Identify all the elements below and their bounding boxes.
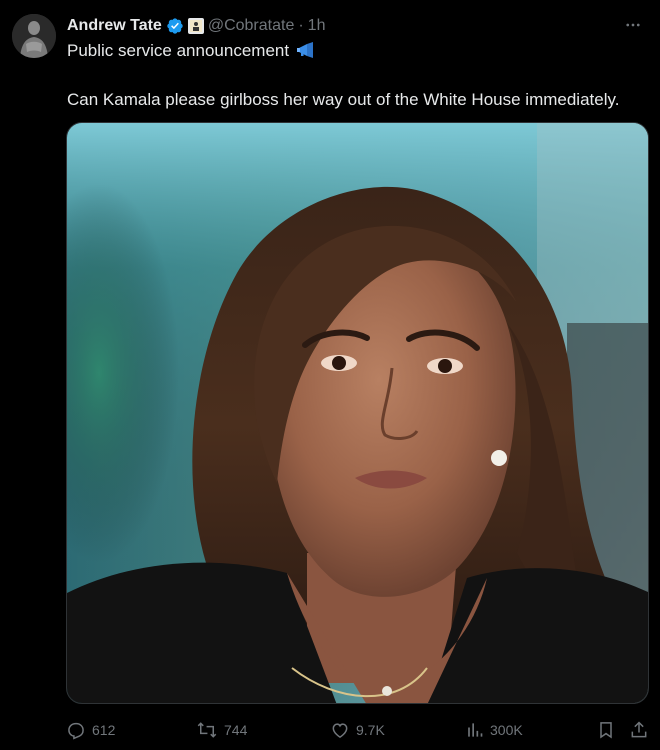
tweet-text-line-1-content: Public service announcement [67,41,290,60]
more-options-icon[interactable] [622,14,644,36]
views-icon [464,720,484,740]
views-button[interactable]: 300K [464,716,523,744]
tweet-text-line-2: Can Kamala please girlboss her way out o… [67,90,620,109]
tweet-actions: 612 744 9.7K 300K [66,716,650,744]
repost-count: 744 [224,722,248,738]
like-button[interactable]: 9.7K [330,716,385,744]
like-count: 9.7K [356,722,385,738]
views-count: 300K [490,722,523,738]
megaphone-icon [296,41,316,65]
author-display-name[interactable]: Andrew Tate [67,16,162,36]
tweet[interactable]: Andrew Tate @Cobratate · 1h Public servi… [0,0,660,750]
bookmark-icon [596,720,616,740]
author-handle[interactable]: @Cobratate [208,16,295,36]
tweet-text: Public service announcement Can Kamala p… [67,40,646,111]
avatar[interactable] [12,14,56,58]
like-icon [330,720,350,740]
affiliate-badge-icon[interactable] [187,18,204,34]
tweet-header: Andrew Tate @Cobratate · 1h [67,14,646,38]
reply-icon [66,720,86,740]
timestamp[interactable]: 1h [308,16,326,36]
tweet-photo[interactable] [66,122,649,704]
reply-button[interactable]: 612 [66,716,115,744]
verified-badge-icon[interactable] [166,17,184,35]
separator-dot: · [298,17,304,34]
tweet-text-line-1: Public service announcement [67,40,646,65]
repost-button[interactable]: 744 [196,716,247,744]
reply-count: 612 [92,722,116,738]
share-icon [629,720,649,740]
repost-icon [196,720,218,740]
share-button[interactable] [629,716,649,744]
bookmark-button[interactable] [596,716,616,744]
